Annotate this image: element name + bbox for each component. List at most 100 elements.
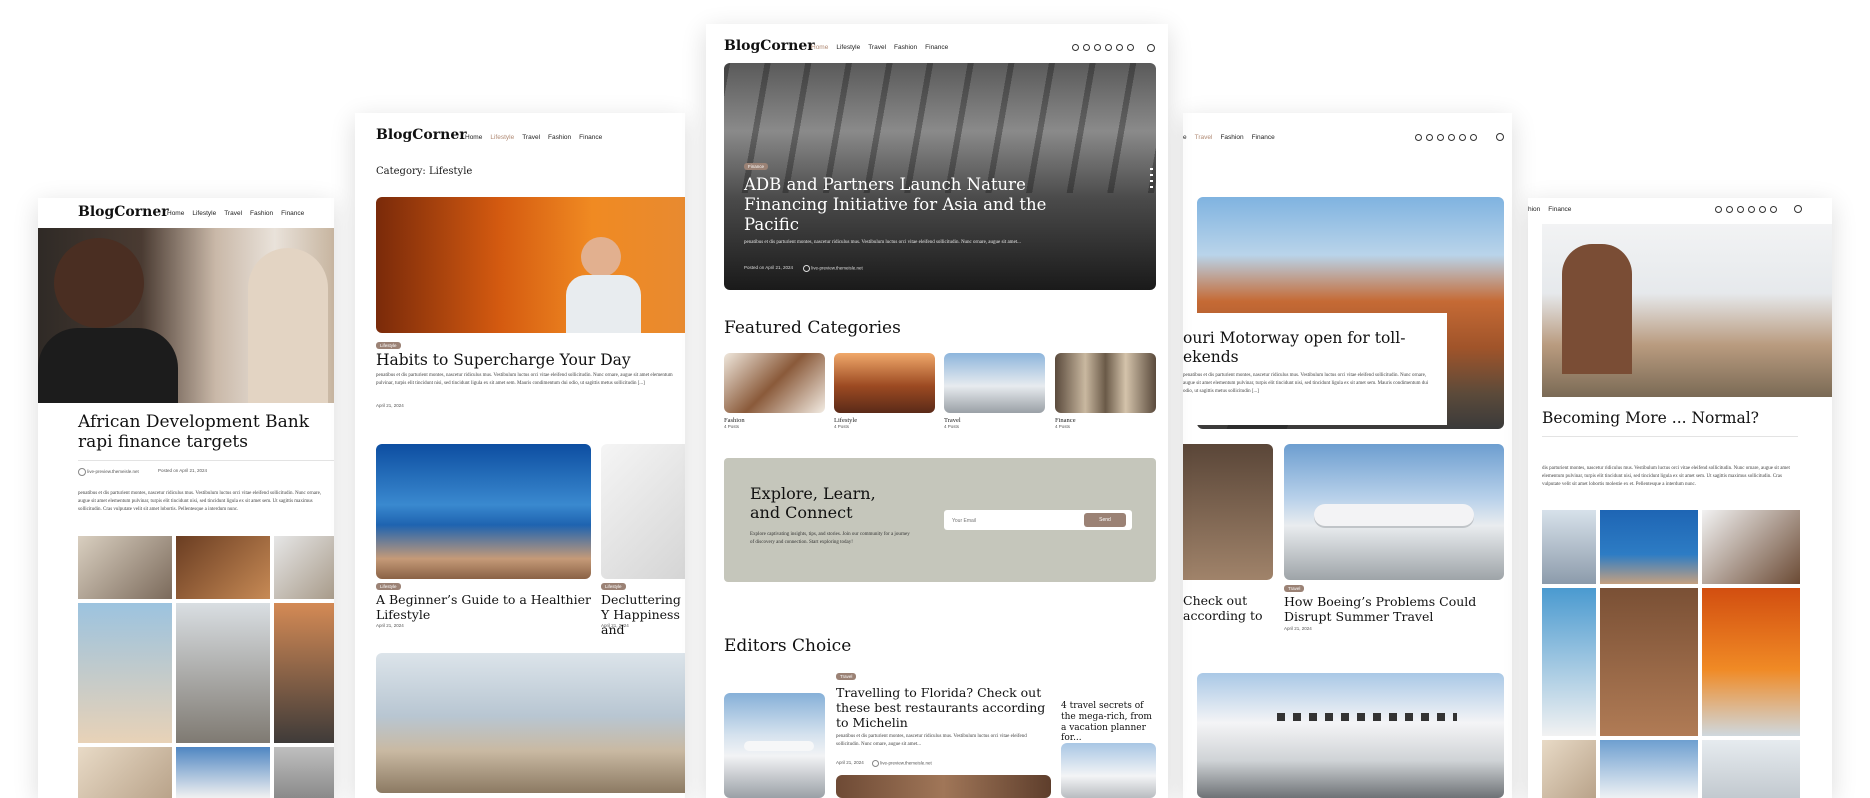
nav-finance[interactable]: Finance <box>1252 134 1275 141</box>
search-icon[interactable] <box>1496 133 1504 141</box>
tiktok-icon[interactable] <box>1116 44 1123 51</box>
post-image[interactable] <box>1284 444 1504 580</box>
post-title[interactable]: African Development Bank rapi finance ta… <box>78 412 334 453</box>
nav-lifestyle[interactable]: Lifestyle <box>836 44 860 51</box>
linkedin-icon[interactable] <box>1105 44 1112 51</box>
linkedin-icon[interactable] <box>1748 206 1755 213</box>
nav-lifestyle-partial[interactable]: e <box>1183 134 1187 141</box>
instagram-icon[interactable] <box>1083 44 1090 51</box>
send-button[interactable]: Send <box>1084 513 1126 527</box>
nav-finance[interactable]: Finance <box>579 134 602 141</box>
nav-lifestyle[interactable]: Lifestyle <box>192 210 216 217</box>
email-field[interactable]: Send <box>944 510 1132 530</box>
x-icon[interactable] <box>1737 206 1744 213</box>
post-image[interactable] <box>836 775 1051 798</box>
category-card-travel[interactable]: Travel 4 Posts <box>944 417 961 429</box>
category-card-lifestyle[interactable]: Lifestyle 4 Posts <box>834 417 857 429</box>
post-image[interactable] <box>1197 673 1504 798</box>
tiktok-icon[interactable] <box>1759 206 1766 213</box>
post-title[interactable]: Travelling to Florida? Check out these b… <box>836 685 1051 730</box>
post-image[interactable] <box>376 197 685 333</box>
post-image[interactable] <box>376 653 685 793</box>
nav-travel[interactable]: Travel <box>868 44 886 51</box>
youtube-icon[interactable] <box>1127 44 1134 51</box>
gallery-image[interactable] <box>1702 510 1800 584</box>
nav-travel[interactable]: Travel <box>224 210 242 217</box>
gallery-image[interactable] <box>1702 588 1800 736</box>
category-image-lifestyle[interactable] <box>834 353 935 413</box>
post-title[interactable]: Becoming More ... Normal? <box>1542 409 1812 428</box>
nav-travel[interactable]: Travel <box>522 134 540 141</box>
gallery-image[interactable] <box>78 747 172 798</box>
featured-image[interactable] <box>1542 224 1832 397</box>
youtube-icon[interactable] <box>1470 134 1477 141</box>
post-title[interactable]: Check out according to <box>1183 593 1271 623</box>
x-icon[interactable] <box>1094 44 1101 51</box>
gallery-image[interactable] <box>1702 740 1800 798</box>
post-image[interactable] <box>1183 444 1273 580</box>
hero-title[interactable]: ADB and Partners Launch Nature Financing… <box>744 175 1064 234</box>
instagram-icon[interactable] <box>1726 206 1733 213</box>
gallery-image[interactable] <box>274 603 334 743</box>
site-logo[interactable]: BlogCorner <box>724 38 815 54</box>
post-title[interactable]: ouri Motorway open for toll- ekends <box>1183 329 1423 366</box>
category-card-finance[interactable]: Finance 4 Posts <box>1055 417 1076 429</box>
post-image[interactable] <box>724 693 825 798</box>
gallery-image[interactable] <box>1600 510 1698 584</box>
site-logo[interactable]: BlogCorner <box>376 127 467 143</box>
gallery-image[interactable] <box>78 536 172 599</box>
nav-finance[interactable]: Finance <box>1548 206 1571 213</box>
post-title[interactable]: A Beginner’s Guide to a Healthier Lifest… <box>376 592 591 622</box>
nav-fashion[interactable]: Fashion <box>1220 134 1243 141</box>
tiktok-icon[interactable] <box>1459 134 1466 141</box>
instagram-icon[interactable] <box>1426 134 1433 141</box>
gallery-image[interactable] <box>1600 740 1698 798</box>
nav-fashion[interactable]: Fashion <box>548 134 571 141</box>
facebook-icon[interactable] <box>1072 44 1079 51</box>
nav-finance[interactable]: Finance <box>925 44 948 51</box>
post-image[interactable] <box>1061 743 1156 798</box>
linkedin-icon[interactable] <box>1448 134 1455 141</box>
category-image-fashion[interactable] <box>724 353 825 413</box>
site-logo[interactable]: BlogCorner <box>78 204 169 220</box>
category-tag[interactable]: Finance <box>744 163 769 170</box>
gallery-image[interactable] <box>274 747 334 798</box>
facebook-icon[interactable] <box>1415 134 1422 141</box>
category-image-finance[interactable] <box>1055 353 1156 413</box>
category-image-travel[interactable] <box>944 353 1045 413</box>
category-tag[interactable]: Travel <box>1284 585 1305 592</box>
slider-dots[interactable] <box>1150 168 1153 188</box>
gallery-image[interactable] <box>1542 588 1596 736</box>
side-post-title[interactable]: 4 travel secrets of the mega-rich, from … <box>1061 701 1156 744</box>
nav-home[interactable]: Home <box>167 210 184 217</box>
post-title[interactable]: Habits to Supercharge Your Day <box>376 351 685 370</box>
category-tag[interactable]: Lifestyle <box>376 342 401 349</box>
post-title[interactable]: How Boeing’s Problems Could Disrupt Summ… <box>1284 594 1494 624</box>
post-image[interactable] <box>376 444 591 579</box>
gallery-image[interactable] <box>1600 588 1698 736</box>
nav-fashion[interactable]: Fashion <box>250 210 273 217</box>
nav-fashion[interactable]: Fashion <box>894 44 917 51</box>
category-tag[interactable]: Travel <box>836 673 857 680</box>
nav-fashion-partial[interactable]: hion <box>1528 206 1540 213</box>
nav-home[interactable]: Home <box>465 134 482 141</box>
post-title[interactable]: Decluttering Y Happiness and <box>601 592 685 637</box>
post-image[interactable] <box>601 444 685 579</box>
gallery-image[interactable] <box>176 603 270 743</box>
youtube-icon[interactable] <box>1770 206 1777 213</box>
gallery-image[interactable] <box>176 536 270 599</box>
featured-image[interactable] <box>38 228 334 403</box>
gallery-image[interactable] <box>176 747 270 798</box>
facebook-icon[interactable] <box>1715 206 1722 213</box>
nav-travel[interactable]: Travel <box>1195 134 1213 141</box>
search-icon[interactable] <box>1147 44 1155 52</box>
category-tag[interactable]: Lifestyle <box>376 583 401 590</box>
gallery-image[interactable] <box>1542 740 1596 798</box>
gallery-image[interactable] <box>78 603 172 743</box>
gallery-image[interactable] <box>274 536 334 599</box>
category-tag[interactable]: Lifestyle <box>601 583 626 590</box>
email-input[interactable] <box>950 513 1074 528</box>
search-icon[interactable] <box>1794 205 1802 213</box>
nav-lifestyle[interactable]: Lifestyle <box>490 134 514 141</box>
x-icon[interactable] <box>1437 134 1444 141</box>
